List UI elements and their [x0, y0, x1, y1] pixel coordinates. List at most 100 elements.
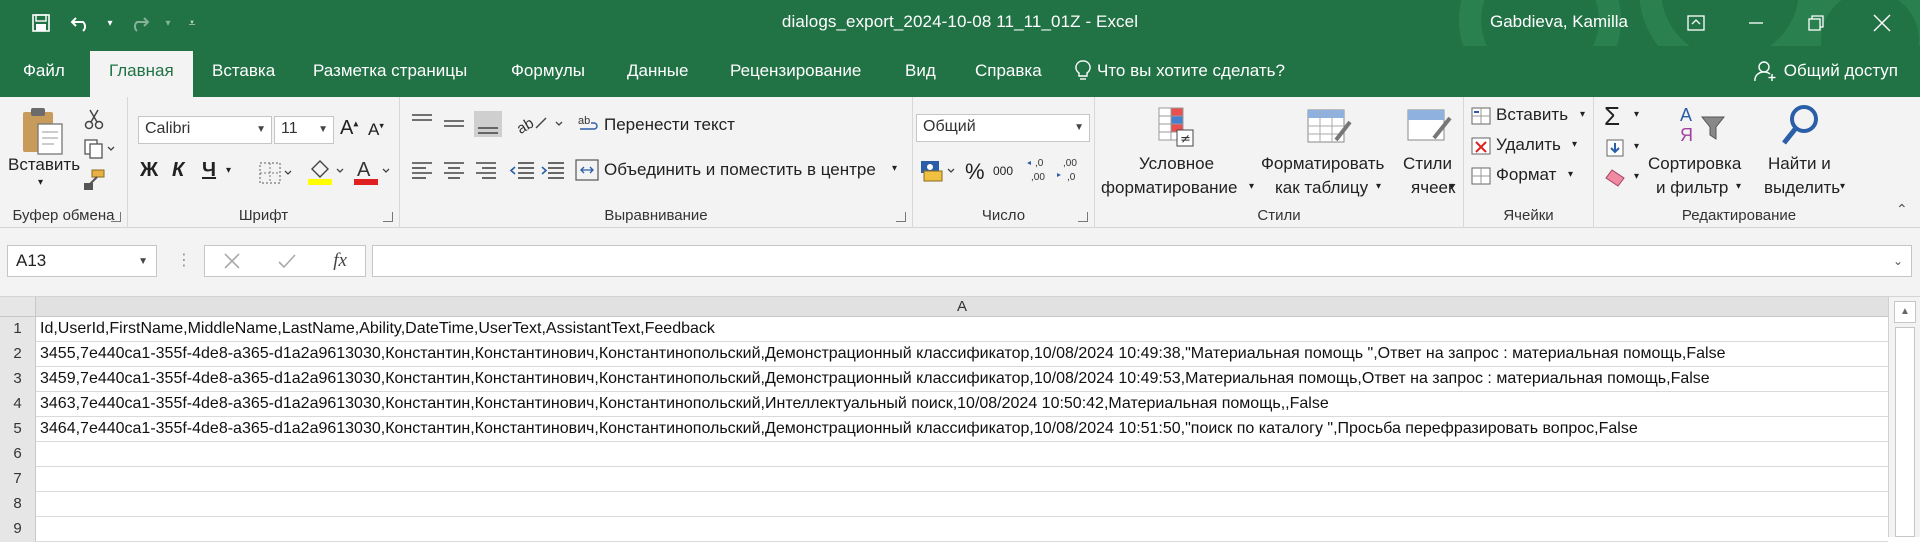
cell-a2[interactable]: 3455,7e440ca1-355f-4de8-a365-d1a2a961303… — [40, 342, 1726, 367]
accounting-format-icon[interactable] — [917, 155, 959, 185]
paste-dropdown-icon[interactable]: ▾ — [38, 177, 43, 188]
indent-icons[interactable] — [508, 157, 570, 187]
underline-button[interactable]: Ч — [202, 159, 216, 182]
minimize-button[interactable] — [1726, 0, 1786, 46]
user-name[interactable]: Gabdieva, Kamilla — [1490, 12, 1628, 32]
row-header[interactable]: 9 — [0, 517, 36, 542]
fill-color-icon[interactable] — [304, 157, 348, 187]
cell-a5[interactable]: 3464,7e440ca1-355f-4de8-a365-d1a2a961303… — [40, 417, 1638, 442]
collapse-ribbon-icon[interactable]: ⌃ — [1896, 201, 1908, 218]
ribbon-display-options-button[interactable] — [1666, 0, 1726, 46]
expand-formula-bar-icon[interactable]: ⌄ — [1893, 254, 1903, 268]
tab-help[interactable]: Справка — [956, 51, 1061, 97]
increase-font-size-icon[interactable]: A▴ — [340, 117, 358, 140]
redo-icon[interactable] — [122, 8, 156, 38]
cancel-entry-icon[interactable] — [223, 252, 241, 270]
font-size-combo[interactable]: 11 ▼ — [274, 116, 334, 144]
tab-view[interactable]: Вид — [886, 51, 955, 97]
format-cells-dropdown-icon[interactable]: ▾ — [1568, 169, 1573, 180]
insert-function-button[interactable]: fx — [333, 250, 347, 272]
sort-filter-dropdown-icon[interactable]: ▾ — [1736, 181, 1741, 192]
delete-cells-dropdown-icon[interactable]: ▾ — [1572, 139, 1577, 150]
find-select-line2[interactable]: выделить — [1764, 178, 1840, 198]
autosum-dropdown-icon[interactable]: ▾ — [1634, 109, 1639, 120]
tab-page-layout[interactable]: Разметка страницы — [294, 51, 486, 97]
tab-data[interactable]: Данные — [608, 51, 707, 97]
undo-dropdown-icon[interactable]: ▾ — [104, 18, 116, 29]
wrap-text-button[interactable]: Перенести текст — [604, 115, 735, 135]
formula-input[interactable]: ⌄ — [372, 245, 1912, 277]
font-launcher-icon[interactable] — [383, 212, 393, 222]
merge-center-button[interactable]: Объединить и поместить в центре — [604, 160, 876, 180]
copy-icon[interactable] — [80, 137, 120, 161]
tab-file[interactable]: Файл — [4, 51, 84, 97]
insert-cells-dropdown-icon[interactable]: ▾ — [1580, 109, 1585, 120]
row-header[interactable]: 4 — [0, 392, 36, 417]
close-button[interactable] — [1852, 0, 1912, 46]
column-header-a[interactable]: A — [36, 297, 1888, 317]
percent-style-button[interactable]: % — [965, 159, 985, 185]
sort-filter-line1[interactable]: Сортировка — [1648, 154, 1741, 174]
italic-button[interactable]: К — [172, 159, 184, 182]
confirm-entry-icon[interactable] — [277, 252, 297, 270]
tab-review[interactable]: Рецензирование — [711, 51, 880, 97]
tell-me-search[interactable]: Что вы хотите сделать? — [1075, 51, 1285, 91]
cell-styles-line1[interactable]: Стили — [1403, 154, 1452, 174]
row-header[interactable]: 8 — [0, 492, 36, 517]
comma-style-button[interactable]: 000 — [993, 164, 1013, 178]
scroll-up-icon[interactable]: ▲ — [1894, 301, 1916, 323]
customize-toolbar-icon[interactable]: ⩡ — [180, 8, 204, 38]
cell-a3[interactable]: 3459,7e440ca1-355f-4de8-a365-d1a2a961303… — [40, 367, 1710, 392]
vertical-align-icons[interactable] — [408, 109, 504, 139]
format-painter-icon[interactable] — [80, 167, 108, 193]
orientation-icon[interactable]: ab — [510, 109, 570, 137]
paste-button[interactable]: Вставить — [8, 155, 80, 175]
borders-icon[interactable] — [256, 159, 296, 187]
format-cells-button[interactable]: Формат — [1496, 165, 1556, 185]
format-as-table-dropdown-icon[interactable]: ▾ — [1376, 181, 1381, 192]
alignment-launcher-icon[interactable] — [896, 212, 906, 222]
fill-icon[interactable] — [1604, 137, 1626, 159]
row-header[interactable]: 3 — [0, 367, 36, 392]
row-header[interactable]: 7 — [0, 467, 36, 492]
select-all-button[interactable] — [0, 297, 36, 317]
row-header[interactable]: 1 — [0, 317, 36, 342]
conditional-formatting-dropdown-icon[interactable]: ▾ — [1249, 181, 1254, 192]
fill-dropdown-icon[interactable]: ▾ — [1634, 141, 1639, 152]
paste-icon[interactable] — [18, 105, 66, 157]
number-format-combo[interactable]: Общий ▼ — [916, 114, 1090, 142]
find-select-line1[interactable]: Найти и — [1768, 154, 1831, 174]
clipboard-launcher-icon[interactable] — [111, 212, 121, 222]
restore-button[interactable] — [1786, 0, 1846, 46]
row-header[interactable]: 6 — [0, 442, 36, 467]
name-box[interactable]: A13 ▼ — [7, 245, 157, 277]
conditional-formatting-line1[interactable]: Условное — [1139, 154, 1214, 174]
merge-dropdown-icon[interactable]: ▾ — [892, 163, 897, 174]
delete-cells-button[interactable]: Удалить — [1496, 135, 1561, 155]
cut-icon[interactable] — [80, 107, 108, 131]
tab-home[interactable]: Главная — [90, 51, 193, 97]
font-color-icon[interactable]: A — [350, 157, 394, 187]
underline-dropdown-icon[interactable]: ▾ — [226, 165, 231, 176]
insert-cells-button[interactable]: Вставить — [1496, 105, 1568, 125]
vertical-scrollbar[interactable]: ▲ — [1888, 297, 1920, 537]
redo-dropdown-icon[interactable]: ▾ — [162, 18, 174, 29]
sort-filter-line2[interactable]: и фильтр — [1656, 178, 1728, 198]
clear-icon[interactable] — [1604, 167, 1626, 189]
find-select-dropdown-icon[interactable]: ▾ — [1840, 181, 1845, 192]
tab-insert[interactable]: Вставка — [193, 51, 294, 97]
cell-a4[interactable]: 3463,7e440ca1-355f-4de8-a365-d1a2a961303… — [40, 392, 1329, 417]
font-name-combo[interactable]: Calibri ▼ — [138, 116, 272, 144]
scroll-thumb[interactable] — [1895, 327, 1915, 537]
bold-button[interactable]: Ж — [140, 159, 158, 182]
decimal-places-icon[interactable]: ,0 ,00 ,00 ,0 — [1023, 155, 1089, 185]
decrease-font-size-icon[interactable]: A▾ — [368, 120, 384, 140]
conditional-formatting-line2[interactable]: форматирование — [1101, 178, 1238, 198]
clear-dropdown-icon[interactable]: ▾ — [1634, 171, 1639, 182]
horizontal-align-icons[interactable] — [408, 157, 504, 187]
number-launcher-icon[interactable] — [1078, 212, 1088, 222]
undo-icon[interactable] — [64, 8, 98, 38]
format-as-table-line2[interactable]: как таблицу — [1275, 178, 1368, 198]
cell-a1[interactable]: Id,UserId,FirstName,MiddleName,LastName,… — [40, 317, 715, 342]
share-button[interactable]: Общий доступ — [1754, 51, 1898, 91]
